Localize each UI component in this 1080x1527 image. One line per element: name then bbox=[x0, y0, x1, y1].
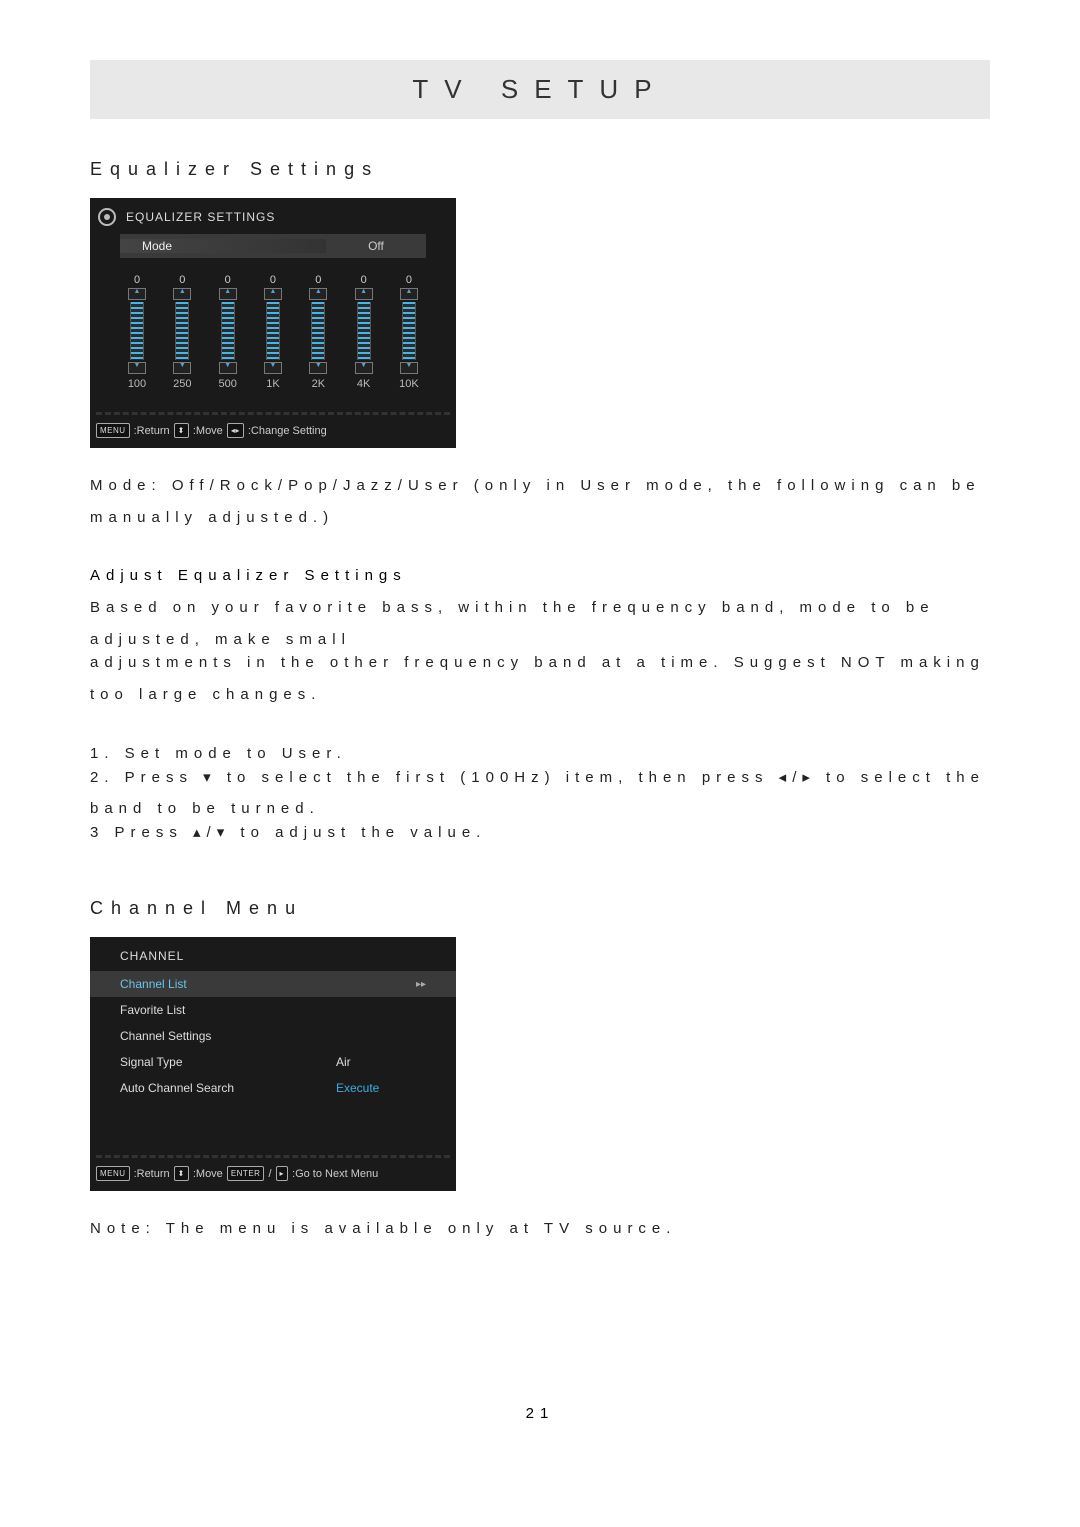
page-title-bar: TV SETUP bbox=[90, 60, 990, 119]
channel-note: Note: The menu is available only at TV s… bbox=[90, 1213, 990, 1245]
slider-down-icon[interactable] bbox=[355, 362, 373, 374]
eq-value: 0 bbox=[270, 274, 276, 286]
page-title: TV SETUP bbox=[412, 74, 667, 104]
eq-value: 0 bbox=[361, 274, 367, 286]
step-2: 2. Press ▾ to select the first (100Hz) i… bbox=[90, 762, 990, 825]
slider-down-icon[interactable] bbox=[219, 362, 237, 374]
modes-description: Mode: Off/Rock/Pop/Jazz/User (only in Us… bbox=[90, 470, 990, 533]
row-label: Channel Settings bbox=[120, 1029, 336, 1043]
slider-up-icon[interactable] bbox=[355, 288, 373, 300]
mode-row[interactable]: Mode Off bbox=[120, 234, 426, 258]
row-value: Air bbox=[336, 1055, 426, 1069]
eq-freq: 250 bbox=[173, 378, 191, 390]
channel-row-channel-settings[interactable]: Channel Settings bbox=[90, 1023, 456, 1049]
eq-band-500[interactable]: 0 500 bbox=[211, 274, 245, 390]
slider-track[interactable] bbox=[402, 302, 416, 360]
channel-row-favorite-list[interactable]: Favorite List bbox=[90, 997, 456, 1023]
mode-label: Mode bbox=[120, 239, 326, 253]
menu-key-icon: MENU bbox=[96, 1166, 130, 1181]
eq-freq: 10K bbox=[399, 378, 419, 390]
right-key-icon: ▸ bbox=[276, 1166, 289, 1181]
slider-track[interactable] bbox=[357, 302, 371, 360]
eq-freq: 100 bbox=[128, 378, 146, 390]
slider-down-icon[interactable] bbox=[400, 362, 418, 374]
slider-up-icon[interactable] bbox=[173, 288, 191, 300]
page-number: 21 bbox=[90, 1405, 990, 1422]
adjust-heading: Adjust Equalizer Settings bbox=[90, 567, 990, 584]
eq-sliders: 0 100 0 250 0 500 0 bbox=[90, 268, 456, 398]
eq-freq: 500 bbox=[218, 378, 236, 390]
slider-up-icon[interactable] bbox=[219, 288, 237, 300]
enter-key-icon: ENTER bbox=[227, 1166, 265, 1181]
section-equalizer-title: Equalizer Settings bbox=[90, 159, 990, 180]
slider-track[interactable] bbox=[266, 302, 280, 360]
eq-value: 0 bbox=[315, 274, 321, 286]
section-channel-title: Channel Menu bbox=[90, 898, 990, 919]
channel-panel-title: CHANNEL bbox=[90, 937, 456, 971]
equalizer-panel: EQUALIZER SETTINGS Mode Off 0 100 0 250 bbox=[90, 198, 456, 448]
eq-freq: 4K bbox=[357, 378, 370, 390]
hint-return: :Return bbox=[134, 1168, 170, 1180]
slider-up-icon[interactable] bbox=[128, 288, 146, 300]
hint-change: :Change Setting bbox=[248, 425, 327, 437]
row-value: Execute bbox=[336, 1081, 426, 1095]
eq-freq: 1K bbox=[266, 378, 279, 390]
eq-value: 0 bbox=[134, 274, 140, 286]
eq-value: 0 bbox=[225, 274, 231, 286]
eq-band-100[interactable]: 0 100 bbox=[120, 274, 154, 390]
slider-track[interactable] bbox=[130, 302, 144, 360]
channel-panel: CHANNEL Channel List ▸▸ Favorite List Ch… bbox=[90, 937, 456, 1191]
hint-return: :Return bbox=[134, 425, 170, 437]
eq-band-10k[interactable]: 0 10K bbox=[392, 274, 426, 390]
slider-up-icon[interactable] bbox=[309, 288, 327, 300]
row-label: Auto Channel Search bbox=[120, 1081, 336, 1095]
speaker-icon bbox=[98, 208, 116, 226]
eq-value: 0 bbox=[179, 274, 185, 286]
eq-band-4k[interactable]: 0 4K bbox=[347, 274, 381, 390]
updown-key-icon: ⬍ bbox=[174, 423, 189, 438]
slider-down-icon[interactable] bbox=[173, 362, 191, 374]
equalizer-panel-title: EQUALIZER SETTINGS bbox=[126, 210, 275, 224]
chevron-right-icon: ▸▸ bbox=[416, 979, 426, 990]
hint-slash: / bbox=[268, 1168, 271, 1180]
eq-band-1k[interactable]: 0 1K bbox=[256, 274, 290, 390]
hint-next: :Go to Next Menu bbox=[292, 1168, 378, 1180]
slider-down-icon[interactable] bbox=[309, 362, 327, 374]
eq-band-250[interactable]: 0 250 bbox=[165, 274, 199, 390]
eq-value: 0 bbox=[406, 274, 412, 286]
channel-row-channel-list[interactable]: Channel List ▸▸ bbox=[90, 971, 456, 997]
eq-hint-bar: MENU :Return ⬍ :Move ◂▸ :Change Setting bbox=[90, 415, 456, 448]
channel-row-auto-search[interactable]: Auto Channel Search Execute bbox=[90, 1075, 456, 1101]
hint-move: :Move bbox=[193, 425, 223, 437]
menu-key-icon: MENU bbox=[96, 423, 130, 438]
slider-up-icon[interactable] bbox=[400, 288, 418, 300]
eq-freq: 2K bbox=[312, 378, 325, 390]
channel-hint-bar: MENU :Return ⬍ :Move ENTER / ▸ :Go to Ne… bbox=[90, 1158, 456, 1191]
adjust-p2: adjustments in the other frequency band … bbox=[90, 647, 990, 710]
row-label: Signal Type bbox=[120, 1055, 336, 1069]
slider-down-icon[interactable] bbox=[128, 362, 146, 374]
updown-key-icon: ⬍ bbox=[174, 1166, 189, 1181]
slider-track[interactable] bbox=[311, 302, 325, 360]
equalizer-header: EQUALIZER SETTINGS bbox=[90, 198, 456, 234]
row-label: Channel List bbox=[120, 977, 416, 991]
adjust-p1: Based on your favorite bass, within the … bbox=[90, 592, 990, 655]
spacer bbox=[90, 1101, 456, 1141]
step-3: 3 Press ▴/▾ to adjust the value. bbox=[90, 817, 990, 849]
slider-track[interactable] bbox=[175, 302, 189, 360]
eq-band-2k[interactable]: 0 2K bbox=[301, 274, 335, 390]
slider-track[interactable] bbox=[221, 302, 235, 360]
mode-value: Off bbox=[326, 239, 426, 253]
leftright-key-icon: ◂▸ bbox=[227, 423, 244, 438]
slider-down-icon[interactable] bbox=[264, 362, 282, 374]
slider-up-icon[interactable] bbox=[264, 288, 282, 300]
channel-row-signal-type[interactable]: Signal Type Air bbox=[90, 1049, 456, 1075]
row-label: Favorite List bbox=[120, 1003, 336, 1017]
hint-move: :Move bbox=[193, 1168, 223, 1180]
